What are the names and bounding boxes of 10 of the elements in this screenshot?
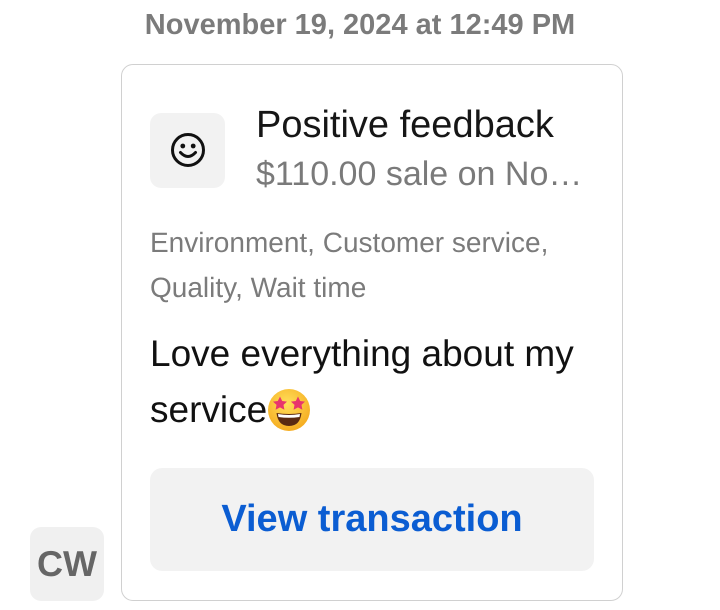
sender-avatar: CW [30, 527, 104, 601]
smiley-face-icon [150, 112, 225, 188]
view-transaction-button[interactable]: View transaction [150, 468, 594, 571]
sale-subtitle: $110.00 sale on No… [256, 154, 582, 195]
star-eyes-emoji-icon [267, 388, 312, 432]
timestamp: November 19, 2024 at 12:49 PM [144, 8, 576, 41]
feedback-message-line: service [150, 388, 268, 432]
card-title: Positive feedback [256, 103, 555, 148]
feedback-tags: Environment, Customer service, Quality, Wait time [150, 220, 594, 310]
feedback-message-line: Love everything about my [150, 332, 574, 376]
